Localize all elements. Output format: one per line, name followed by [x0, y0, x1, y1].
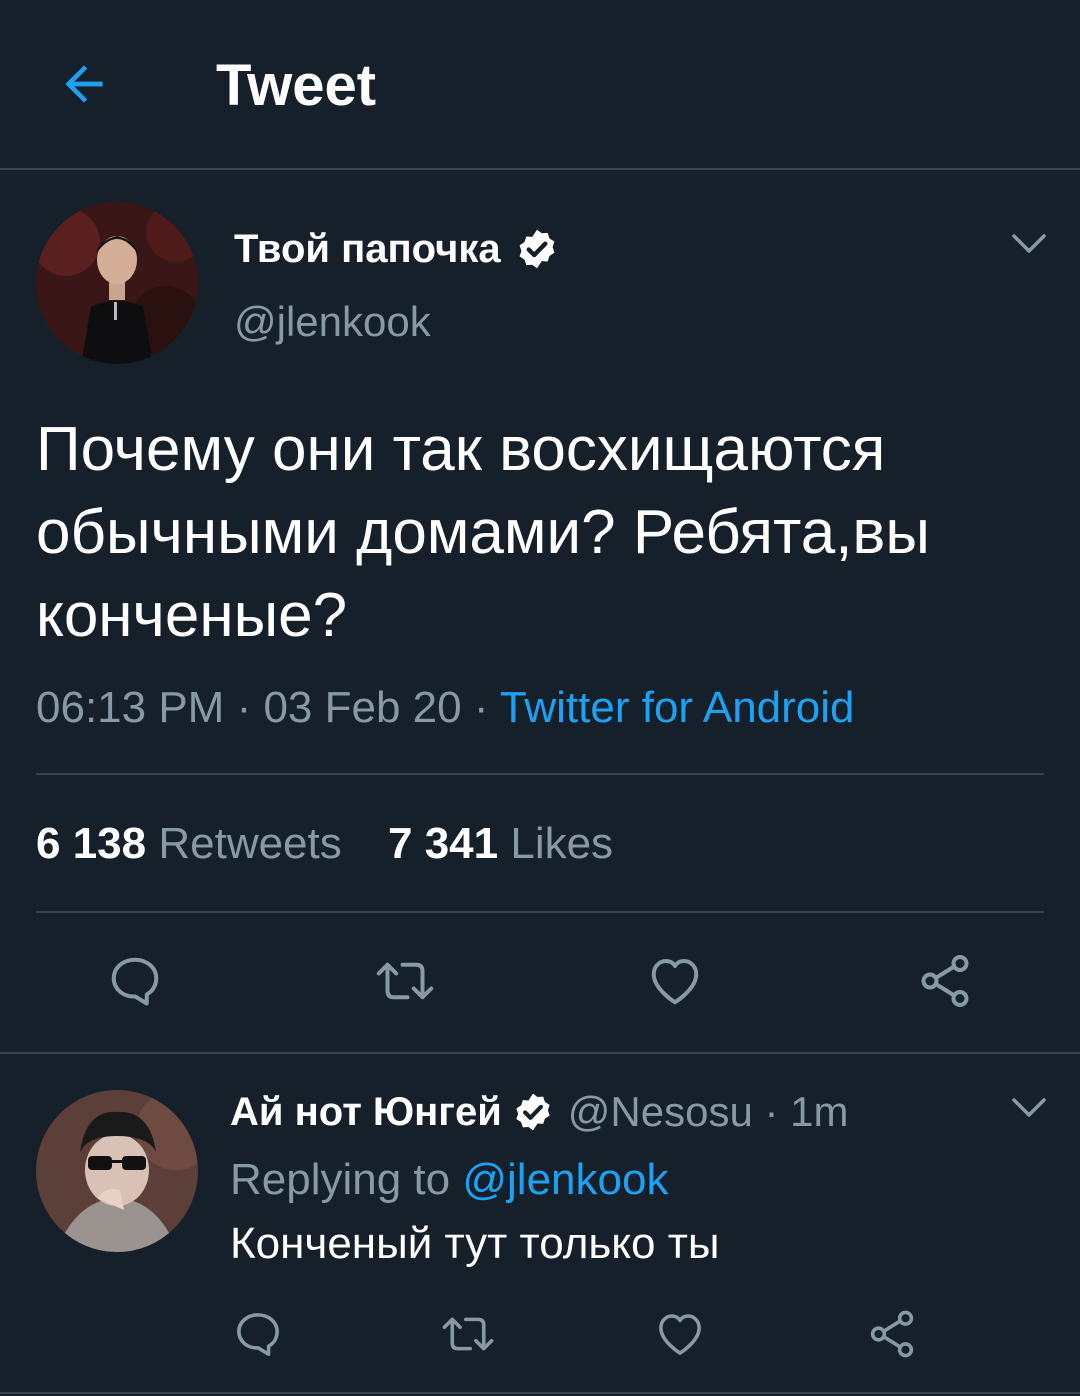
- divider: [0, 1392, 1080, 1394]
- tweet-source-link[interactable]: Twitter for Android: [500, 683, 855, 732]
- tweet-time: 06:13 PM: [36, 683, 225, 732]
- share-button[interactable]: [910, 946, 980, 1016]
- retweet-button[interactable]: [370, 946, 440, 1016]
- chevron-down-icon: [1012, 234, 1046, 253]
- reply-header[interactable]: Ай нот Юнгей @Nesosu · 1m: [230, 1086, 849, 1138]
- tweet-text: Почему они так восхищаются обычными дома…: [36, 415, 930, 650]
- meta-separator: ·: [224, 683, 264, 732]
- retweet-icon: [376, 962, 434, 1000]
- reply-like-button[interactable]: [648, 1302, 712, 1366]
- tweet-menu-button[interactable]: [1010, 230, 1048, 263]
- divider: [36, 911, 1044, 913]
- reply-retweet-button[interactable]: [436, 1302, 500, 1366]
- retweets-count: 6 138: [36, 819, 147, 868]
- divider: [0, 1052, 1080, 1054]
- meta-separator: ·: [461, 683, 500, 732]
- reply-handle-time: @Nesosu · 1m: [567, 1088, 849, 1135]
- tweet-date: 03 Feb 20: [263, 683, 462, 732]
- share-icon: [921, 955, 969, 1007]
- back-button[interactable]: [52, 52, 116, 116]
- arrow-left-icon: [65, 65, 103, 103]
- replying-to: Replying to @jlenkook: [230, 1152, 668, 1208]
- replying-prefix: Replying to: [230, 1155, 463, 1204]
- author-name: Твой папочка: [234, 227, 501, 271]
- reply-text: Конченый тут только ты: [230, 1219, 720, 1268]
- retweets-stat[interactable]: 6 138 Retweets: [36, 816, 342, 872]
- tweet-meta: 06:13 PM · 03 Feb 20 · Twitter for Andro…: [36, 680, 855, 736]
- verified-badge-icon: [512, 1091, 554, 1133]
- author-handle[interactable]: @jlenkook: [234, 296, 431, 348]
- reply-author-avatar[interactable]: [36, 1090, 198, 1252]
- top-bar: Tweet: [0, 0, 1080, 170]
- reply-icon: [237, 1313, 279, 1357]
- like-icon: [659, 1314, 701, 1355]
- likes-count: 7 341: [388, 819, 499, 868]
- retweet-icon: [442, 1317, 494, 1351]
- chevron-down-icon: [1012, 1098, 1046, 1117]
- likes-label: Likes: [510, 819, 614, 868]
- reply-menu-button[interactable]: [1010, 1094, 1048, 1127]
- replying-mention-link[interactable]: @jlenkook: [462, 1155, 668, 1204]
- retweets-label: Retweets: [158, 819, 342, 868]
- like-icon: [651, 959, 699, 1005]
- divider: [36, 773, 1044, 775]
- author-name-row[interactable]: Твой папочка: [234, 222, 559, 276]
- reply-share-button[interactable]: [860, 1302, 924, 1366]
- like-button[interactable]: [640, 946, 710, 1016]
- reply-author-name: Ай нот Юнгей: [230, 1090, 502, 1134]
- page-title: Tweet: [216, 53, 377, 118]
- share-icon: [870, 1310, 914, 1358]
- reply-button[interactable]: [100, 946, 170, 1016]
- likes-stat[interactable]: 7 341 Likes: [388, 816, 613, 872]
- reply-icon: [111, 957, 159, 1006]
- reply-reply-button[interactable]: [226, 1302, 290, 1366]
- tweet-stats: 6 138 Retweets 7 341 Likes: [36, 816, 613, 872]
- tweet-detail-screen: Tweet Твой папочка @jlenkook Почему они …: [0, 0, 1080, 1396]
- author-avatar[interactable]: [36, 202, 198, 364]
- verified-badge-icon: [515, 227, 559, 271]
